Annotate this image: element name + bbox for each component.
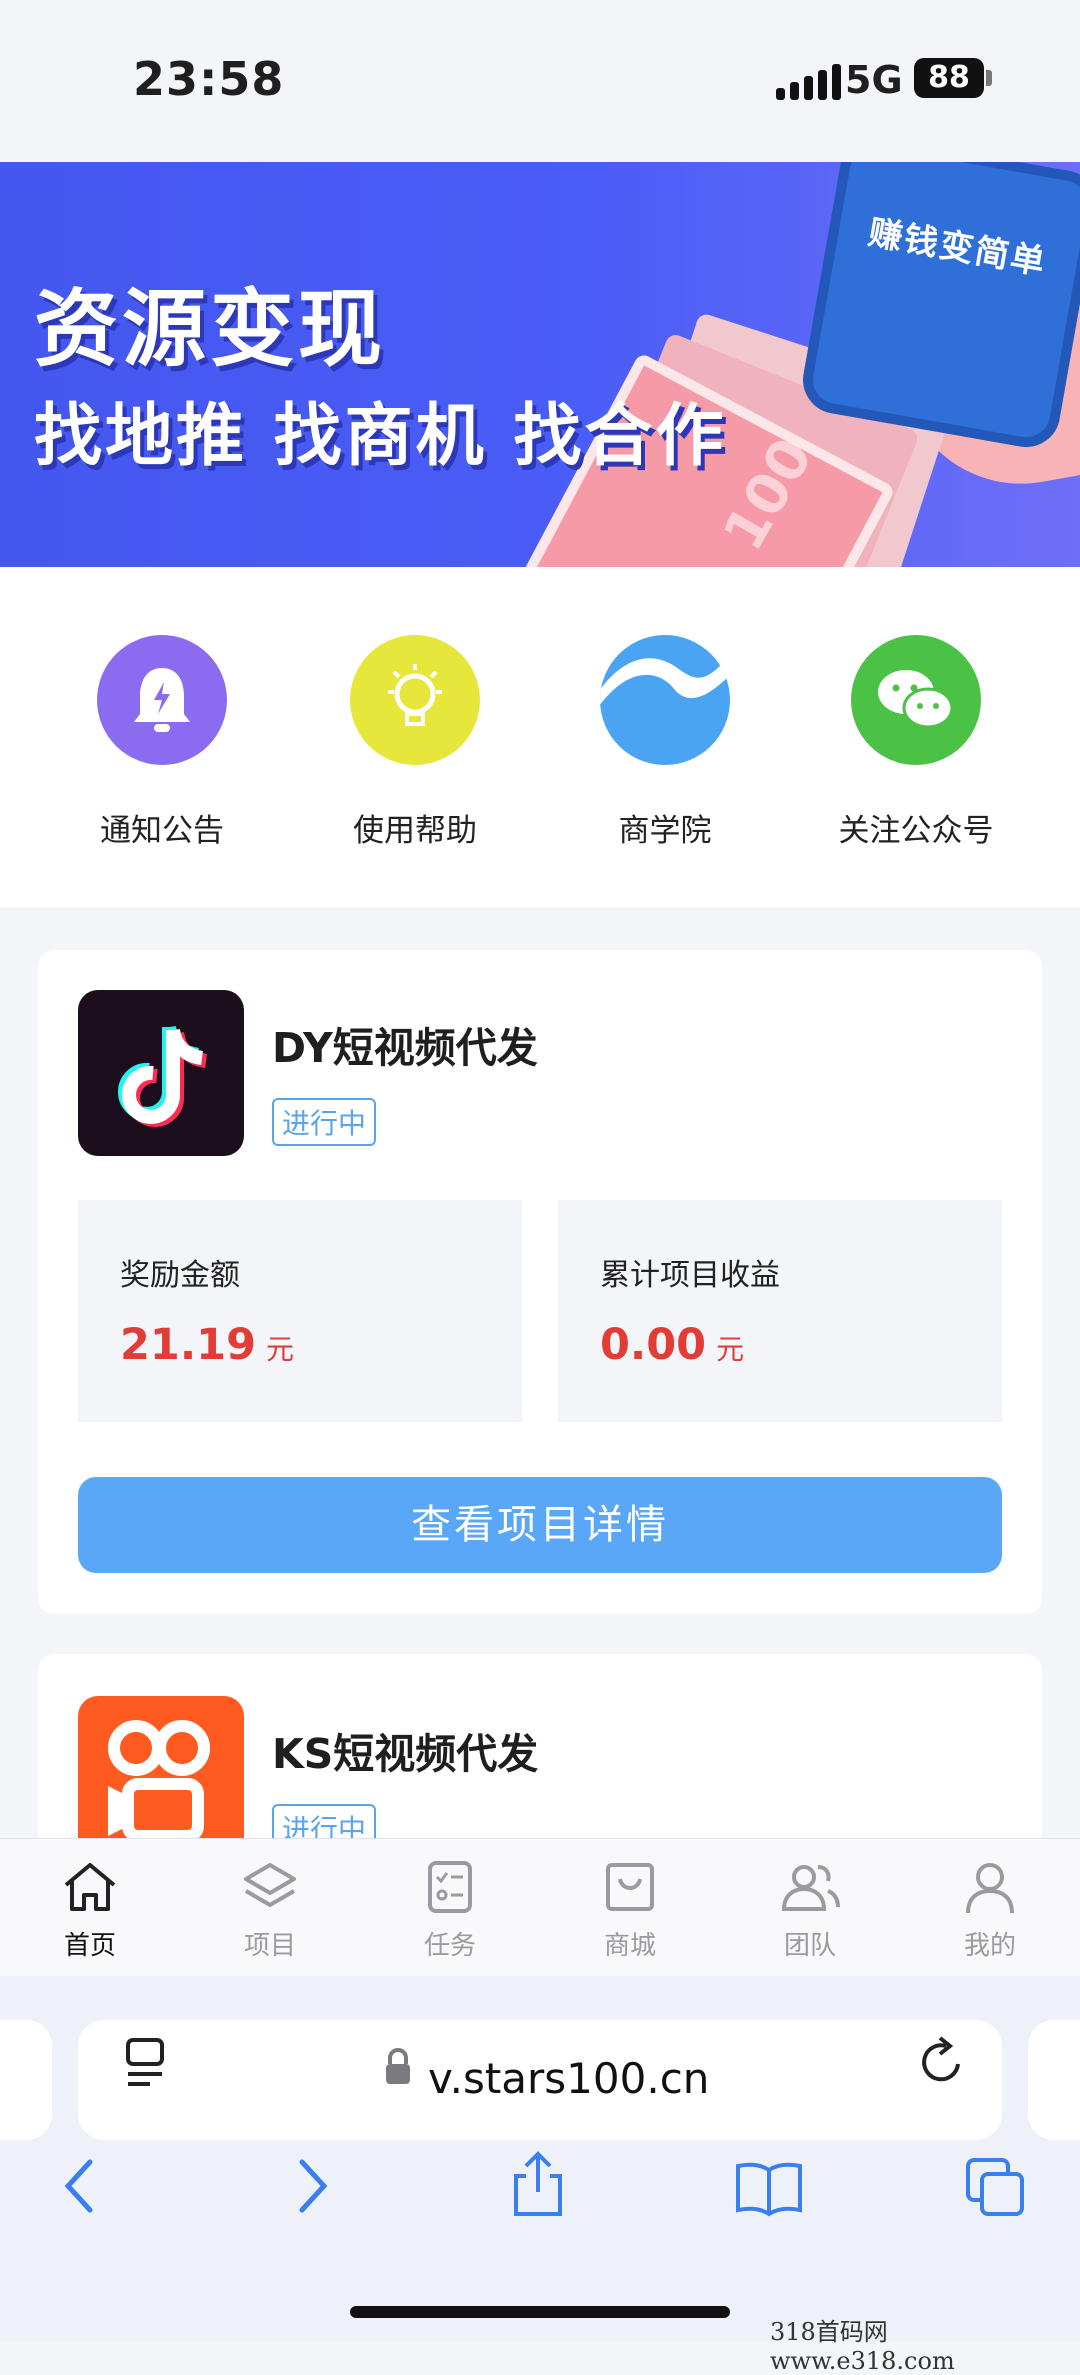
lightbulb-icon [350,635,480,765]
project-title: DY短视频代发 [272,1024,538,1072]
battery-icon: 88 [914,58,984,98]
url-text[interactable]: v.stars100.cn [428,2054,709,2103]
reward-label: 奖励金额 [120,1258,240,1293]
reload-icon[interactable] [916,2034,968,2094]
next-tab-preview[interactable] [1028,2020,1080,2140]
wave-icon [600,635,730,765]
reward-value-line: 21.19 元 [120,1320,294,1370]
banner-headline: 资源变现 [34,280,387,378]
total-label: 累计项目收益 [600,1258,780,1293]
profile-icon [966,1863,1014,1914]
phone-illustration [797,162,1080,453]
reward-amount-panel: 奖励金额 21.19 元 [78,1200,522,1422]
promo-banner[interactable]: 100 赚钱变简单 资源变现 找地推 找商机 找合作 [0,162,1080,567]
forward-icon[interactable] [292,2156,332,2220]
home-indicator [350,2306,730,2318]
quick-link-wechat[interactable]: 关注公众号 [806,635,1026,850]
reward-unit: 元 [266,1333,295,1366]
watermark-text: 318首码网 www.e318.com [770,2318,955,2375]
page-menu-icon[interactable] [122,2034,170,2094]
back-icon[interactable] [60,2156,100,2220]
tab-label: 团队 [783,1931,836,1961]
previous-tab-preview[interactable] [0,2020,52,2140]
status-badge: 进行中 [272,1098,377,1146]
reward-value: 21.19 [120,1320,257,1370]
total-value-line: 0.00 元 [600,1320,744,1370]
tabs-icon[interactable] [964,2156,1028,2224]
tab-label: 项目 [243,1931,296,1961]
lock-icon [384,2046,412,2090]
layers-icon [244,1863,296,1907]
quick-link-label: 通知公告 [100,813,224,849]
tab-label: 首页 [63,1931,116,1961]
douyin-logo-icon [78,990,244,1156]
quick-link-label: 关注公众号 [838,813,994,849]
quick-link-label: 商学院 [618,813,712,849]
bottom-tab-bar: 首页 项目 任务 商城 团队 我的 [0,1838,1080,1977]
project-card: KS短视频代发 进行中 [38,1654,1042,1854]
view-project-details-button[interactable]: 查看项目详情 [78,1477,1002,1573]
tab-tasks[interactable]: 任务 [360,1859,540,1962]
tab-label: 我的 [963,1931,1016,1961]
signal-icon [776,62,841,100]
project-title: KS短视频代发 [272,1730,539,1778]
quick-link-label: 使用帮助 [353,813,477,849]
bell-icon [97,635,227,765]
quick-links: 通知公告 使用帮助 商学院 关注公众号 [0,567,1080,907]
tab-home[interactable]: 首页 [0,1859,180,1962]
checklist-icon [428,1861,472,1913]
bookmarks-icon[interactable] [734,2158,804,2222]
tab-label: 商城 [603,1931,656,1961]
tab-mine[interactable]: 我的 [900,1859,1080,1962]
wechat-icon [851,635,981,765]
tab-label: 任务 [423,1931,476,1961]
team-icon [781,1865,840,1911]
tab-projects[interactable]: 项目 [180,1859,360,1962]
tab-mall[interactable]: 商城 [540,1859,720,1962]
share-icon[interactable] [508,2150,568,2224]
quick-link-help[interactable]: 使用帮助 [305,635,525,850]
banner-subline: 找地推 找商机 找合作 [34,397,727,476]
project-card: DY短视频代发 进行中 奖励金额 21.19 元 累计项目收益 0.00 元 查看项… [38,950,1042,1614]
total-unit: 元 [716,1333,745,1366]
kuaishou-logo-icon [78,1696,244,1854]
network-type: 5G [845,58,903,102]
status-bar: 23:58 5G 88 [0,0,1080,162]
total-value: 0.00 [600,1320,707,1370]
total-income-panel: 累计项目收益 0.00 元 [558,1200,1002,1422]
home-icon [64,1863,116,1911]
quick-link-academy[interactable]: 商学院 [555,635,775,850]
battery-tip [986,70,992,86]
tab-team[interactable]: 团队 [720,1859,900,1962]
shopping-bag-icon [606,1863,654,1911]
quick-link-notice[interactable]: 通知公告 [52,635,272,850]
status-time: 23:58 [133,52,285,106]
